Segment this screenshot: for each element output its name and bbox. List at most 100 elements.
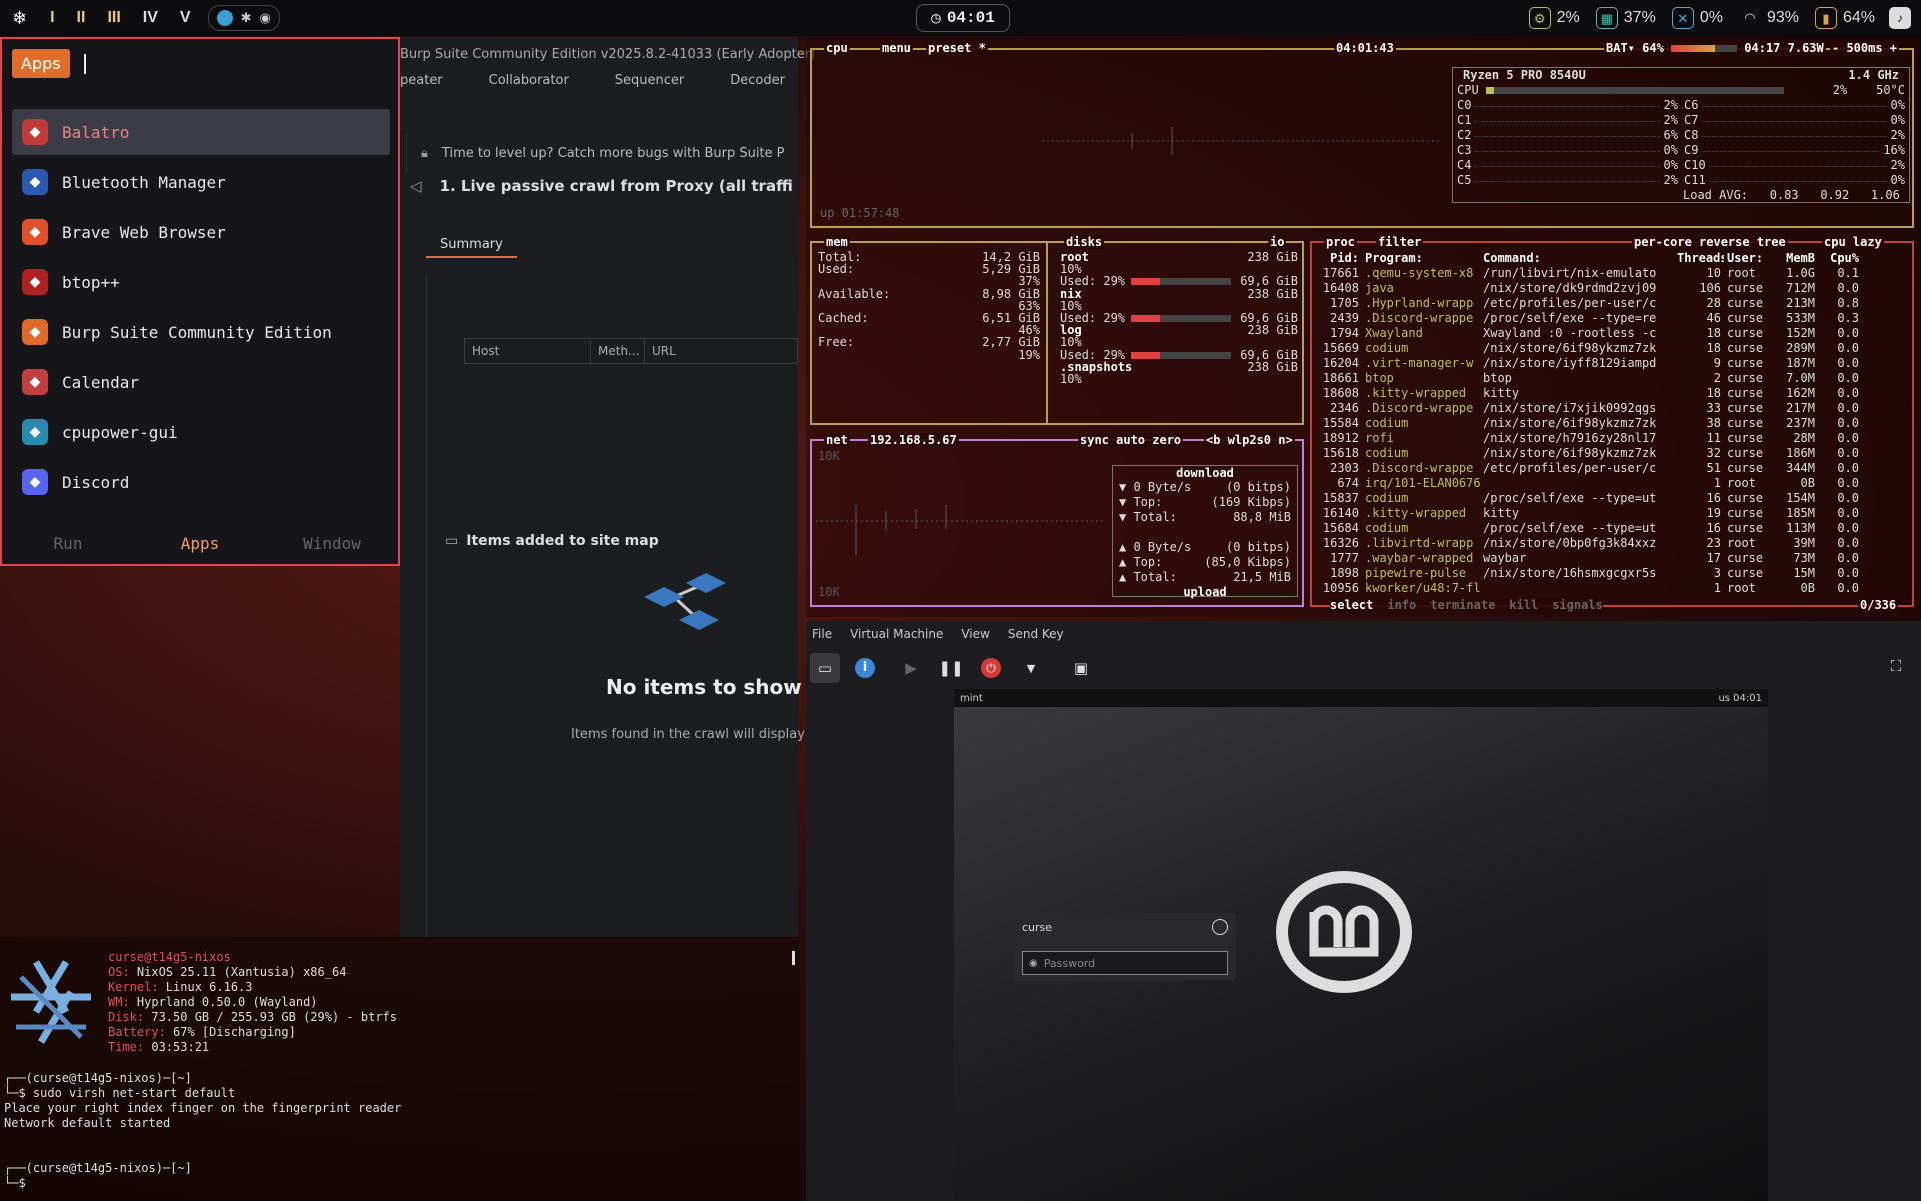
cpu-box-title[interactable]: cpu <box>824 41 850 55</box>
launcher-item[interactable]: ◆ Brave Web Browser <box>12 209 390 255</box>
process-row[interactable]: 1705 .Hyprland-wrapp/etc/profiles/per-use… <box>1316 296 1910 311</box>
tab-collaborator[interactable]: Collaborator <box>489 73 569 88</box>
column-method[interactable]: Meth... <box>591 339 645 363</box>
process-row[interactable]: 15618 codium/nix/store/6if98ykzmz7zk 32 cur… <box>1316 446 1910 461</box>
eye-icon[interactable]: ◉ <box>1029 958 1038 969</box>
process-row[interactable]: 18912 rofi/nix/store/h7916zy28nl17 11 curse… <box>1316 431 1910 446</box>
process-row[interactable]: 10956 kworker/u48:7-fl 1 root 0B 0.0 <box>1316 581 1910 596</box>
launcher-item[interactable]: ◆ btop++ <box>12 259 390 305</box>
process-column-header[interactable]: Cpu% <box>1818 251 1862 266</box>
volume-stat[interactable]: ✕ 0% <box>1671 7 1723 29</box>
scrollbar[interactable] <box>792 951 795 965</box>
nixos-logo-icon[interactable]: ❄ <box>12 8 27 29</box>
proc-signals[interactable]: signals <box>1552 598 1603 612</box>
clock[interactable]: ◷ 04:01 <box>916 4 1010 32</box>
menu-file[interactable]: File <box>812 627 832 641</box>
tab-sequencer[interactable]: Sequencer <box>615 73 684 88</box>
tab-repeater[interactable]: peater <box>400 73 443 88</box>
workspace-4[interactable]: IV <box>143 9 158 27</box>
memory-stat[interactable]: ▦ 37% <box>1595 7 1656 29</box>
launcher-item[interactable]: ◆ Bluetooth Manager <box>12 159 390 205</box>
launcher-item[interactable]: ◆ Burp Suite Community Edition <box>12 309 390 355</box>
process-row[interactable]: 16408 java/nix/store/dk9rdmd2zvj09 106 curs… <box>1316 281 1910 296</box>
process-row[interactable]: 2346 .Discord-wrappe/nix/store/i7xjik0992… <box>1316 401 1910 416</box>
process-row[interactable]: 16204 .virt-manager-w/nix/store/iyff8129i… <box>1316 356 1910 371</box>
back-arrow-icon[interactable]: ◁ <box>410 177 422 195</box>
process-row[interactable]: 16326 .libvirtd-wrapp/nix/store/0bp0fg3k8… <box>1316 536 1910 551</box>
menu-button[interactable]: menu <box>880 41 913 55</box>
update-interval[interactable]: - 500ms + <box>1830 41 1900 55</box>
net-interface[interactable]: <b wlp2s0 n> <box>1204 433 1295 447</box>
process-row[interactable]: 15584 codium/nix/store/6if98ykzmz7zk 38 cur… <box>1316 416 1910 431</box>
process-column-header[interactable]: User: <box>1724 251 1766 266</box>
discord-tray-icon[interactable]: ◉ <box>259 10 270 26</box>
proc-select[interactable]: select <box>1330 598 1373 612</box>
vm-display[interactable]: curse ◉ Password <box>954 707 1768 1201</box>
proc-kill[interactable]: kill <box>1509 598 1538 612</box>
fullscreen-icon[interactable]: ⛶ <box>1881 651 1911 681</box>
process-column-header[interactable]: MemB <box>1766 251 1818 266</box>
preset-button[interactable]: preset * <box>926 41 988 55</box>
workspace-5[interactable]: V <box>180 9 191 27</box>
proc-info[interactable]: info <box>1387 598 1416 612</box>
process-row[interactable]: 18661 btop btop 2 curse 7.0M 0.0 <box>1316 371 1910 386</box>
shutdown-dropdown-icon[interactable]: ▼ <box>1016 653 1046 683</box>
details-info-icon[interactable]: i <box>850 653 880 683</box>
snapshots-icon[interactable]: ▣ <box>1066 653 1096 683</box>
process-column-header[interactable]: Threads: <box>1674 251 1724 266</box>
workspace-1[interactable]: I <box>50 9 54 27</box>
upgrade-notice[interactable]: 🔒︎ Time to level up? Catch more bugs wit… <box>406 133 798 173</box>
launcher-item[interactable]: ◆ Calendar <box>12 359 390 405</box>
bluetooth-icon[interactable]: ✱ <box>241 10 252 26</box>
process-row[interactable]: 1898 pipewire-pulse/nix/store/16hsmxgcgxr… <box>1316 566 1910 581</box>
proc-options[interactable]: per-core reverse tree <box>1632 235 1788 249</box>
session-icon[interactable] <box>1212 919 1228 935</box>
proc-box-title[interactable]: proc <box>1324 235 1357 249</box>
proc-filter[interactable]: filter <box>1376 235 1424 249</box>
io-toggle[interactable]: io <box>1268 235 1287 249</box>
console-view-icon[interactable]: ▭ <box>810 653 840 683</box>
app-tray-icon[interactable] <box>216 10 233 26</box>
process-row[interactable]: 17661 .qemu-system-x8/run/libvirt/nix-emu… <box>1316 266 1910 281</box>
launcher-tab-apps[interactable]: Apps <box>134 522 266 564</box>
terminal-window[interactable]: curse@t14g5-nixos OS: NixOS 25.11 (Xantus… <box>0 937 800 1201</box>
process-row[interactable]: 2439 .Discord-wrappe/proc/self/exe --type… <box>1316 311 1910 326</box>
column-url[interactable]: URL <box>645 339 797 363</box>
tab-summary[interactable]: Summary <box>426 237 517 258</box>
shutdown-icon[interactable]: ⏻ <box>976 653 1006 683</box>
command-prompt[interactable]: └─$ <box>4 1176 401 1191</box>
process-column-header[interactable]: Pid: <box>1316 251 1362 266</box>
mem-box-title[interactable]: mem <box>824 235 850 249</box>
net-box-title[interactable]: net <box>824 433 850 447</box>
launcher-item[interactable]: ◆ Discord <box>12 459 390 505</box>
notification-bell-icon[interactable]: ♪ <box>1889 7 1911 29</box>
process-column-header[interactable]: Command: <box>1480 251 1674 266</box>
process-row[interactable]: 16140 .kitty-wrapped kitty 19 curse 185M 0.0 <box>1316 506 1910 521</box>
cpu-stat[interactable]: ⚙ 2% <box>1528 7 1580 29</box>
launcher-tab-run[interactable]: Run <box>2 522 134 564</box>
pause-icon[interactable]: ❚❚ <box>936 653 966 683</box>
wifi-stat[interactable]: ◠ 93% <box>1739 7 1799 29</box>
process-row[interactable]: 1777 .waybar-wrapped waybar 17 curse 73M 0.0 <box>1316 551 1910 566</box>
net-options[interactable]: sync auto zero <box>1078 433 1184 447</box>
launcher-item[interactable]: ◆ cpupower-gui <box>12 409 390 455</box>
process-row[interactable]: 15669 codium/nix/store/6if98ykzmz7zk 18 cur… <box>1316 341 1910 356</box>
menu-view[interactable]: View <box>961 627 989 641</box>
menu-virtual-machine[interactable]: Virtual Machine <box>850 627 943 641</box>
process-row[interactable]: 18608 .kitty-wrapped kitty 18 curse 162M 0.0 <box>1316 386 1910 401</box>
launcher-tab-window[interactable]: Window <box>266 522 398 564</box>
menu-send-key[interactable]: Send Key <box>1008 627 1064 641</box>
proc-sort[interactable]: cpu lazy <box>1822 235 1884 249</box>
process-row[interactable]: 674 irq/101-ELAN0676 1 root 0B 0.0 <box>1316 476 1910 491</box>
process-row[interactable]: 15684 codium/proc/self/exe --type=ut 16 cur… <box>1316 521 1910 536</box>
battery-stat[interactable]: ▮ 64% <box>1814 7 1875 29</box>
tab-decoder[interactable]: Decoder <box>730 73 785 88</box>
process-row[interactable]: 2303 .Discord-wrappe/etc/profiles/per-use… <box>1316 461 1910 476</box>
password-field[interactable]: ◉ Password <box>1022 951 1228 975</box>
disks-box-title[interactable]: disks <box>1064 235 1105 249</box>
column-host[interactable]: Host <box>465 339 591 363</box>
proc-terminate[interactable]: terminate <box>1430 598 1495 612</box>
launcher-search-input[interactable] <box>83 53 86 74</box>
process-column-header[interactable]: Program: <box>1362 251 1480 266</box>
workspace-3[interactable]: III <box>107 9 120 27</box>
